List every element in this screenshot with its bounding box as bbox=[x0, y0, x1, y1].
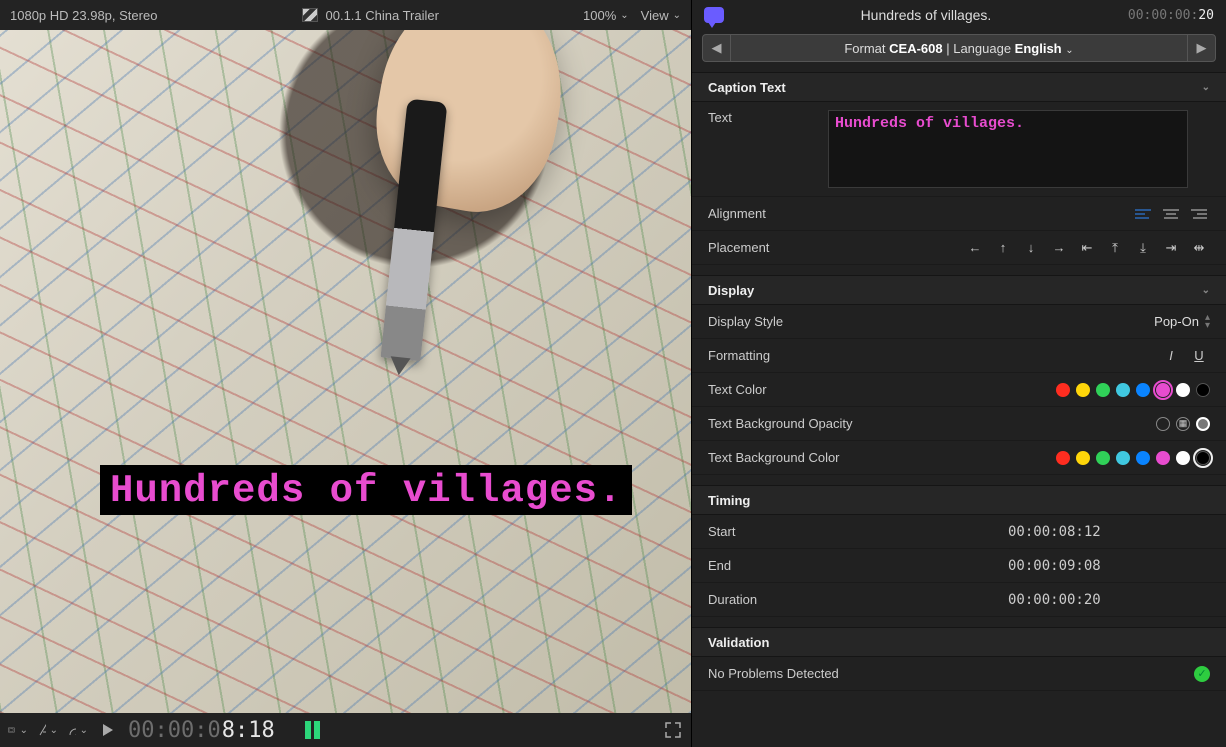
bg-color-swatch-0[interactable] bbox=[1056, 451, 1070, 465]
opacity-half-button[interactable]: ▦ bbox=[1176, 417, 1190, 431]
text-color-swatch-2[interactable] bbox=[1096, 383, 1110, 397]
text-color-swatch-4[interactable] bbox=[1136, 383, 1150, 397]
text-color-swatch-3[interactable] bbox=[1116, 383, 1130, 397]
opacity-full-button[interactable] bbox=[1196, 417, 1210, 431]
text-color-swatch-5[interactable] bbox=[1156, 383, 1170, 397]
bg-color-swatch-6[interactable] bbox=[1176, 451, 1190, 465]
clapper-icon bbox=[302, 8, 318, 22]
bg-color-swatch-3[interactable] bbox=[1116, 451, 1130, 465]
section-caption-text[interactable]: Caption Text⌄ bbox=[692, 72, 1226, 102]
inspector-duration-tc: 00:00:00:20 bbox=[1128, 8, 1214, 23]
opacity-none-button[interactable] bbox=[1156, 417, 1170, 431]
placement-down-icon[interactable]: ↓ bbox=[1020, 239, 1042, 257]
row-text-bg-opacity: Text Background Opacity ▦ bbox=[692, 407, 1226, 441]
inspector-title: Hundreds of villages. bbox=[732, 7, 1120, 23]
format-language-selector[interactable]: Format CEA-608 | Language English ⌄ bbox=[731, 41, 1187, 56]
align-center-button[interactable] bbox=[1160, 205, 1182, 223]
viewer-format-label: 1080p HD 23.98p, Stereo bbox=[10, 8, 157, 23]
placement-right-icon[interactable]: → bbox=[1048, 239, 1070, 257]
bg-color-swatch-1[interactable] bbox=[1076, 451, 1090, 465]
display-style-select[interactable]: Pop-On▴▾ bbox=[1154, 314, 1210, 330]
next-caption-button[interactable]: ▶ bbox=[1187, 35, 1215, 61]
validation-status-label: No Problems Detected bbox=[708, 666, 839, 681]
placement-far-right-icon[interactable]: ⇥ bbox=[1160, 239, 1182, 257]
viewer-pane: 1080p HD 23.98p, Stereo 00.1.1 China Tra… bbox=[0, 0, 692, 747]
placement-far-left-icon[interactable]: ⇤ bbox=[1076, 239, 1098, 257]
row-end: End 00:00:09:08 bbox=[692, 549, 1226, 583]
row-text: Text bbox=[692, 102, 1226, 197]
section-timing[interactable]: Timing bbox=[692, 485, 1226, 515]
video-frame-map bbox=[0, 30, 691, 713]
caption-text-input[interactable] bbox=[828, 110, 1188, 188]
text-color-swatch-0[interactable] bbox=[1056, 383, 1070, 397]
clip-title[interactable]: 00.1.1 China Trailer bbox=[326, 8, 439, 23]
viewer-footer: ⌄ ⌄ ⌄ 00:00:08:18 bbox=[0, 713, 691, 747]
bg-color-swatch-4[interactable] bbox=[1136, 451, 1150, 465]
text-color-swatch-7[interactable] bbox=[1196, 383, 1210, 397]
row-formatting: Formatting I U bbox=[692, 339, 1226, 373]
row-validation-status: No Problems Detected ✓ bbox=[692, 657, 1226, 691]
format-language-bar: ◀ Format CEA-608 | Language English ⌄ ▶ bbox=[702, 34, 1216, 62]
caption-overlay[interactable]: Hundreds of villages. bbox=[100, 465, 632, 515]
bg-color-swatch-5[interactable] bbox=[1156, 451, 1170, 465]
align-right-button[interactable] bbox=[1188, 205, 1210, 223]
placement-up-icon[interactable]: ↑ bbox=[992, 239, 1014, 257]
section-display[interactable]: Display⌄ bbox=[692, 275, 1226, 305]
placement-left-icon[interactable]: ← bbox=[964, 239, 986, 257]
row-start: Start 00:00:08:12 bbox=[692, 515, 1226, 549]
retime-menu[interactable]: ⌄ bbox=[38, 721, 58, 739]
inspector-header: Hundreds of villages. 00:00:00:20 bbox=[692, 0, 1226, 30]
placement-bottom-icon[interactable]: ⤓ bbox=[1132, 239, 1154, 257]
underline-button[interactable]: U bbox=[1188, 347, 1210, 365]
row-duration: Duration 00:00:00:20 bbox=[692, 583, 1226, 617]
row-text-color: Text Color bbox=[692, 373, 1226, 407]
inspector-pane: Hundreds of villages. 00:00:00:20 ◀ Form… bbox=[692, 0, 1226, 747]
play-button[interactable] bbox=[98, 721, 118, 739]
audio-meters bbox=[305, 721, 320, 739]
row-text-bg-color: Text Background Color bbox=[692, 441, 1226, 475]
row-display-style: Display Style Pop-On▴▾ bbox=[692, 305, 1226, 339]
prev-caption-button[interactable]: ◀ bbox=[703, 35, 731, 61]
placement-top-icon[interactable]: ⤒ bbox=[1104, 239, 1126, 257]
viewer-timecode[interactable]: 00:00:08:18 bbox=[128, 718, 275, 743]
view-dropdown[interactable]: View⌄ bbox=[641, 8, 681, 23]
bg-color-swatch-2[interactable] bbox=[1096, 451, 1110, 465]
duration-timecode-field[interactable]: 00:00:00:20 bbox=[1008, 592, 1101, 608]
italic-button[interactable]: I bbox=[1160, 347, 1182, 365]
align-left-button[interactable] bbox=[1132, 205, 1154, 223]
text-color-swatch-6[interactable] bbox=[1176, 383, 1190, 397]
section-validation[interactable]: Validation bbox=[692, 627, 1226, 657]
bg-color-swatch-7[interactable] bbox=[1196, 451, 1210, 465]
end-timecode-field[interactable]: 00:00:09:08 bbox=[1008, 558, 1101, 574]
frame-size-menu[interactable]: ⌄ bbox=[8, 721, 28, 739]
row-alignment: Alignment bbox=[692, 197, 1226, 231]
text-color-swatch-1[interactable] bbox=[1076, 383, 1090, 397]
speed-menu[interactable]: ⌄ bbox=[68, 721, 88, 739]
caption-icon[interactable] bbox=[704, 7, 724, 23]
fullscreen-button[interactable] bbox=[663, 721, 683, 739]
row-placement: Placement ← ↑ ↓ → ⇤ ⤒ ⤓ ⇥ ⇹ bbox=[692, 231, 1226, 265]
start-timecode-field[interactable]: 00:00:08:12 bbox=[1008, 524, 1101, 540]
viewer-canvas[interactable]: Hundreds of villages. bbox=[0, 30, 691, 713]
zoom-dropdown[interactable]: 100%⌄ bbox=[583, 8, 629, 23]
viewer-header: 1080p HD 23.98p, Stereo 00.1.1 China Tra… bbox=[0, 0, 691, 30]
placement-center-icon[interactable]: ⇹ bbox=[1188, 239, 1210, 257]
validation-ok-icon: ✓ bbox=[1194, 666, 1210, 682]
